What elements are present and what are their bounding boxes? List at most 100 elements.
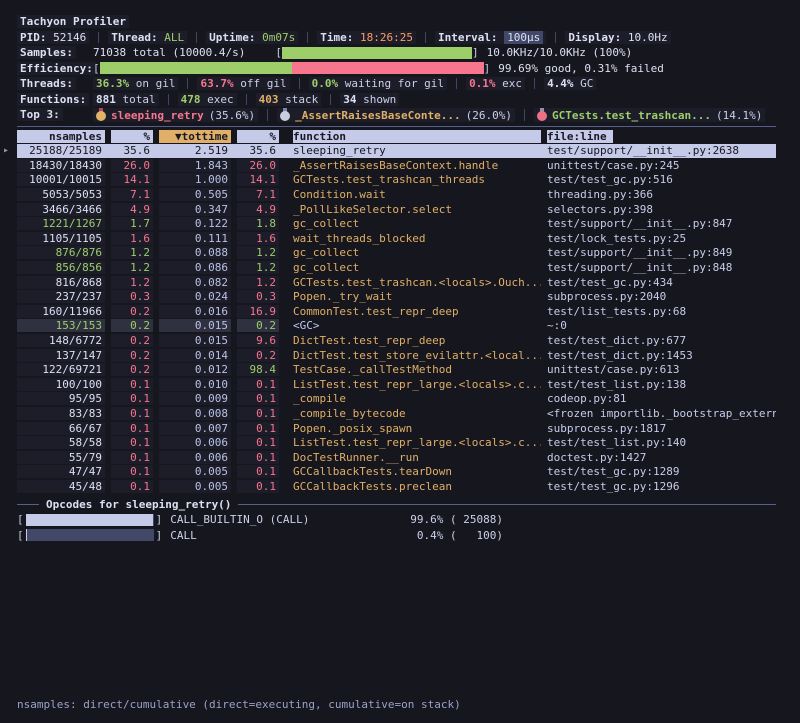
efficiency-label: Efficiency: [17,62,96,75]
column-header-file-line[interactable]: file:line [547,130,776,143]
status-line: PID: 52146Thread: ALLUptime: 0m07sTime: … [17,30,800,46]
function-count-segment: 403 stack [256,93,322,106]
table-row[interactable]: 137/147 0.2 0.014 0.2 DictTest.test_stor… [17,348,776,363]
top3-item: sleeping_retry(35.6%) [93,108,258,122]
cell-pct-direct: 0.2 [111,319,153,332]
stat-label: Interval: [438,31,504,44]
opcode-bar [26,514,154,526]
table-top-divider [17,126,776,127]
cell-pct-direct: 0.1 [111,378,153,391]
column-header-function[interactable]: function [293,130,541,143]
cell-file-line: doctest.py:1427 [547,451,776,464]
efficiency-text: 99.69% good, 0.31% failed [498,62,664,75]
cell-pct-cumulative: 4.9 [237,203,279,216]
table-row[interactable]: 856/856 1.2 0.086 1.2 gc_collect test/su… [17,260,776,275]
table-row[interactable]: 45/48 0.1 0.005 0.1 GCCallbackTests.prec… [17,479,776,494]
cell-nsamples: 160/11966 [17,305,105,318]
cell-pct-direct: 0.1 [111,451,153,464]
top3-item: _AssertRaisesBaseConte...(26.0%) [277,108,515,122]
table-row[interactable]: 5053/5053 7.1 0.505 7.1 Condition.wait t… [17,187,776,202]
column-header-pct-direct[interactable]: % [111,130,153,143]
cell-pct-direct: 1.2 [111,276,153,289]
cell-function: GCTests.test_trashcan_threads [293,173,541,186]
column-header-pct-cumulative[interactable]: % [237,130,279,143]
title-line: Tachyon Profiler [17,14,800,30]
cell-file-line: test/test_gc.py:1289 [547,465,776,478]
table-row[interactable]: 148/6772 0.2 0.015 9.6 DictTest.test_rep… [17,333,776,348]
thread-gil-segment: 0.1% exc [466,77,525,90]
threads-label: Threads: [17,77,76,90]
cell-function: Condition.wait [293,188,541,201]
opcode-row: [ ] CALL 0.4% ( 100) [17,527,503,543]
opcodes-section-header: Opcodes for sleeping_retry() [17,498,776,512]
segment-value: 36.3% [96,77,129,90]
opcodes-divider-left [17,504,39,505]
table-row[interactable]: 100/100 0.1 0.010 0.1 ListTest.test_repr… [17,377,776,392]
status-stat: Thread: ALL [108,31,187,44]
table-row[interactable]: 66/67 0.1 0.007 0.1 Popen._posix_spawn s… [17,421,776,436]
samples-label: Samples: [17,46,76,59]
cell-pct-cumulative: 0.1 [237,465,279,478]
table-row[interactable]: 1105/1105 1.6 0.111 1.6 wait_threads_blo… [17,231,776,246]
cell-function: DocTestRunner.__run [293,451,541,464]
table-row[interactable]: 47/47 0.1 0.005 0.1 GCCallbackTests.tear… [17,465,776,480]
cell-tottime: 0.024 [159,290,231,303]
cell-pct-cumulative: 1.2 [237,276,279,289]
cell-function: gc_collect [293,246,541,259]
cell-nsamples: 153/153 [17,319,105,332]
cell-pct-direct: 0.2 [111,334,153,347]
thread-gil-segment: 63.7% off gil [197,77,289,90]
table-row[interactable]: 83/83 0.1 0.008 0.1 _compile_bytecode <f… [17,406,776,421]
cell-function: wait_threads_blocked [293,232,541,245]
cell-pct-cumulative: 0.3 [237,290,279,303]
cell-pct-cumulative: 16.9 [237,305,279,318]
samples-rate: 10.0KHz/10.0KHz (100%) [487,46,633,59]
cell-file-line: codeop.py:81 [547,392,776,405]
cell-file-line: <frozen importlib._bootstrap_externa [547,407,776,420]
cell-function: TestCase._callTestMethod [293,363,541,376]
column-header-nsamples[interactable]: nsamples [17,130,105,143]
table-row[interactable]: 55/79 0.1 0.006 0.1 DocTestRunner.__run … [17,450,776,465]
samples-rate-bar-fill [282,47,472,59]
cell-nsamples: 137/147 [17,349,105,362]
cell-function: ListTest.test_repr_large.<locals>.c... [293,436,541,449]
efficiency-line: Efficiency: [ ] 99.69% good, 0.31% faile… [17,61,800,77]
segment-value: 34 [343,93,356,106]
cell-pct-cumulative: 0.1 [237,451,279,464]
function-count-segment: 881 total [93,93,159,106]
cell-pct-direct: 0.1 [111,422,153,435]
cell-pct-cumulative: 1.2 [237,246,279,259]
table-row[interactable]: 876/876 1.2 0.088 1.2 gc_collect test/su… [17,246,776,261]
cell-pct-cumulative: 9.6 [237,334,279,347]
cell-tottime: 0.111 [159,232,231,245]
opcode-bar-close-bracket: ] [156,513,163,526]
table-row[interactable]: 122/69721 0.2 0.012 98.4 TestCase._callT… [17,362,776,377]
table-row[interactable]: ▸ 25188/25189 35.6 2.519 35.6 sleeping_r… [17,144,776,159]
table-row[interactable]: 3466/3466 4.9 0.347 4.9 _PollLikeSelecto… [17,202,776,217]
table-row[interactable]: 153/153 0.2 0.015 0.2 <GC> ~:0 [17,319,776,334]
cell-pct-cumulative: 7.1 [237,188,279,201]
opcode-name: CALL_BUILTIN_O (CALL) [170,513,309,526]
table-row[interactable]: 18430/18430 26.0 1.843 26.0 _AssertRaise… [17,158,776,173]
column-header-tottime-sort[interactable]: ▼tottime [159,130,231,143]
cell-nsamples: 18430/18430 [17,159,105,172]
cell-function: gc_collect [293,261,541,274]
cell-pct-direct: 0.2 [111,363,153,376]
cell-file-line: test/support/__init__.py:847 [547,217,776,230]
table-row[interactable]: 95/95 0.1 0.009 0.1 _compile codeop.py:8… [17,392,776,407]
thread-gil-segment: 36.3% on gil [93,77,178,90]
cell-pct-cumulative: 1.2 [237,261,279,274]
table-row[interactable]: 58/58 0.1 0.006 0.1 ListTest.test_repr_l… [17,435,776,450]
table-row[interactable]: 816/868 1.2 0.082 1.2 GCTests.test_trash… [17,275,776,290]
cell-pct-cumulative: 0.2 [237,319,279,332]
cell-file-line: test/test_list.py:140 [547,436,776,449]
cell-pct-direct: 4.9 [111,203,153,216]
cell-nsamples: 5053/5053 [17,188,105,201]
cell-tottime: 0.086 [159,261,231,274]
table-row[interactable]: 160/11966 0.2 0.016 16.9 CommonTest.test… [17,304,776,319]
table-row[interactable]: 10001/10015 14.1 1.000 14.1 GCTests.test… [17,173,776,188]
table-row[interactable]: 237/237 0.3 0.024 0.3 Popen._try_wait su… [17,289,776,304]
cell-tottime: 0.006 [159,436,231,449]
table-row[interactable]: 1221/1267 1.7 0.122 1.8 gc_collect test/… [17,216,776,231]
stat-label: Thread: [111,31,164,44]
